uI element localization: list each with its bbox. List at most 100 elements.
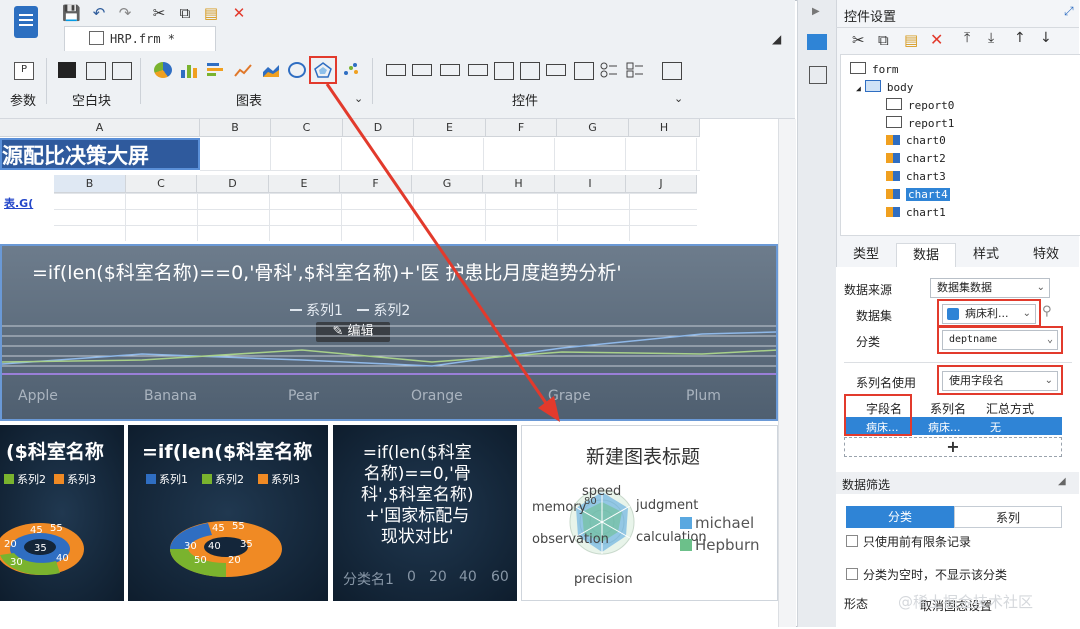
bar-chart-icon[interactable]: [180, 62, 198, 78]
delete-icon[interactable]: ✕: [930, 30, 943, 49]
cut-icon[interactable]: ✂: [852, 31, 865, 49]
preview-icon[interactable]: [662, 62, 682, 80]
column-header[interactable]: A: [0, 119, 200, 137]
column-header[interactable]: B: [200, 119, 271, 137]
column-header[interactable]: J: [626, 175, 697, 193]
column-header[interactable]: H: [629, 119, 700, 137]
tree-item-chart4[interactable]: chart4: [886, 188, 950, 201]
grid-block-icon[interactable]: [112, 62, 132, 80]
undo-icon[interactable]: ↶: [90, 4, 108, 22]
radar-chart-block[interactable]: 新建图表标题 speed 80 judgment calculation pre…: [521, 425, 778, 601]
number-control-icon[interactable]: [546, 64, 566, 76]
gauge-chart-icon[interactable]: [288, 62, 306, 78]
app-menu-button[interactable]: [14, 6, 38, 38]
copy-icon[interactable]: ⧉: [878, 31, 889, 49]
title-cell[interactable]: 源配比决策大屏: [0, 138, 200, 170]
data-source-select[interactable]: 数据集数据 ⌄: [930, 278, 1050, 298]
layout-panel-icon[interactable]: [809, 66, 827, 84]
formula-link[interactable]: 表.G(: [4, 195, 33, 211]
save-icon[interactable]: 💾: [62, 4, 81, 22]
search-icon[interactable]: ⚲: [1042, 304, 1052, 319]
tree-item-body[interactable]: ◢ body: [856, 80, 913, 94]
add-series-button[interactable]: +: [844, 437, 1062, 457]
column-header[interactable]: E: [269, 175, 340, 193]
expand-icon[interactable]: ▶: [812, 6, 820, 17]
tree-item-report0[interactable]: report0: [886, 98, 954, 112]
column-header[interactable]: E: [414, 119, 486, 137]
move-top-icon[interactable]: ⤒: [964, 30, 970, 46]
data-label: 40: [208, 541, 221, 552]
title-line: =if(len($科室: [362, 443, 472, 463]
scatter-chart-icon[interactable]: [342, 62, 360, 78]
column-header[interactable]: D: [197, 175, 269, 193]
column-header[interactable]: G: [557, 119, 629, 137]
vertical-scrollbar[interactable]: [778, 119, 796, 627]
radar-icon-highlight: [309, 56, 337, 84]
redo-icon[interactable]: ↷: [116, 4, 134, 22]
filter-tab-series[interactable]: 系列: [954, 506, 1062, 528]
list-control-icon[interactable]: [494, 62, 514, 80]
tree-item-chart2[interactable]: chart2: [886, 152, 946, 165]
column-header[interactable]: I: [555, 175, 626, 193]
column-header[interactable]: F: [486, 119, 557, 137]
column-header[interactable]: C: [271, 119, 343, 137]
widget-panel-icon[interactable]: [807, 34, 827, 50]
tab-effects[interactable]: 特效: [1016, 243, 1076, 267]
pie-chart-icon[interactable]: [154, 62, 172, 78]
column-header[interactable]: H: [483, 175, 555, 193]
parameter-icon[interactable]: P: [14, 62, 34, 80]
copy-icon[interactable]: ⧉: [176, 4, 194, 22]
legend-label: Hepburn: [695, 536, 760, 554]
data-label: 55: [50, 523, 63, 534]
column-header[interactable]: C: [126, 175, 197, 193]
data-label: 35: [34, 543, 47, 554]
table-cell: 无: [990, 421, 1001, 434]
hide-empty-category-checkbox[interactable]: 分类为空时，不显示该分类: [846, 566, 1007, 583]
column-header[interactable]: F: [340, 175, 412, 193]
bar-chart-block[interactable]: =if(len($科室 名称)==0,'骨 科',$科室名称) +'国家标配与 …: [333, 425, 517, 601]
paste-icon[interactable]: ▤: [202, 4, 220, 22]
filter-tab-category[interactable]: 分类: [846, 506, 954, 528]
tree-item-chart0[interactable]: chart0: [886, 134, 946, 147]
line-chart-block[interactable]: =if(len($科室名称)==0,'骨科',$科室名称)+'医 护患比月度趋势…: [0, 244, 778, 421]
tab-style[interactable]: 样式: [956, 243, 1016, 267]
button-control-icon[interactable]: [440, 64, 460, 76]
file-tab[interactable]: HRP.frm *: [64, 26, 216, 51]
label-control-icon[interactable]: [412, 64, 432, 76]
move-down-icon[interactable]: ↓: [1040, 30, 1052, 46]
table-block-icon[interactable]: [86, 62, 106, 80]
horizontal-bar-icon[interactable]: [206, 62, 224, 78]
combo-control-icon[interactable]: [468, 64, 488, 76]
pin-icon[interactable]: ⤢: [1064, 4, 1074, 19]
blank-block-icon[interactable]: [58, 62, 76, 78]
line-chart-icon[interactable]: [234, 62, 252, 78]
delete-icon[interactable]: ✕: [230, 4, 248, 22]
cell-row: [200, 138, 700, 171]
chevron-down-icon[interactable]: ⌄: [674, 92, 683, 105]
column-header[interactable]: D: [343, 119, 414, 137]
area-chart-icon[interactable]: [262, 62, 280, 78]
tree-item-report1[interactable]: report1: [886, 116, 954, 130]
tree-item-chart3[interactable]: chart3: [886, 170, 946, 183]
chevron-down-icon[interactable]: ⌄: [354, 92, 363, 105]
donut-chart-block-1[interactable]: ($科室名称 系列2 系列3 45 55 35 20 30 40: [0, 425, 124, 601]
chevron-down-icon[interactable]: ◢: [1058, 476, 1066, 487]
move-up-icon[interactable]: ↑: [1014, 30, 1026, 46]
radio-control-icon[interactable]: [600, 62, 618, 78]
date-control-icon[interactable]: [520, 62, 540, 80]
tree-control-icon[interactable]: [574, 62, 594, 80]
tab-data[interactable]: 数据: [896, 243, 956, 267]
donut-chart-block-2[interactable]: =if(len($科室名称 系列1 系列2 系列3 45 55 30 35 50…: [128, 425, 328, 601]
move-bottom-icon[interactable]: ⤓: [988, 30, 994, 46]
paste-icon[interactable]: ▤: [904, 31, 918, 49]
tree-item-chart1[interactable]: chart1: [886, 206, 946, 219]
column-header[interactable]: B: [54, 175, 126, 193]
textbox-control-icon[interactable]: [386, 64, 406, 76]
checkbox-control-icon[interactable]: [626, 62, 644, 78]
tree-item-form[interactable]: form: [850, 62, 899, 76]
limit-records-checkbox[interactable]: 只使用前有限条记录: [846, 533, 971, 550]
tab-type[interactable]: 类型: [836, 243, 896, 267]
column-header[interactable]: G: [412, 175, 483, 193]
cut-icon[interactable]: ✂: [150, 4, 168, 22]
collapse-ribbon-icon[interactable]: ◢: [772, 32, 781, 46]
